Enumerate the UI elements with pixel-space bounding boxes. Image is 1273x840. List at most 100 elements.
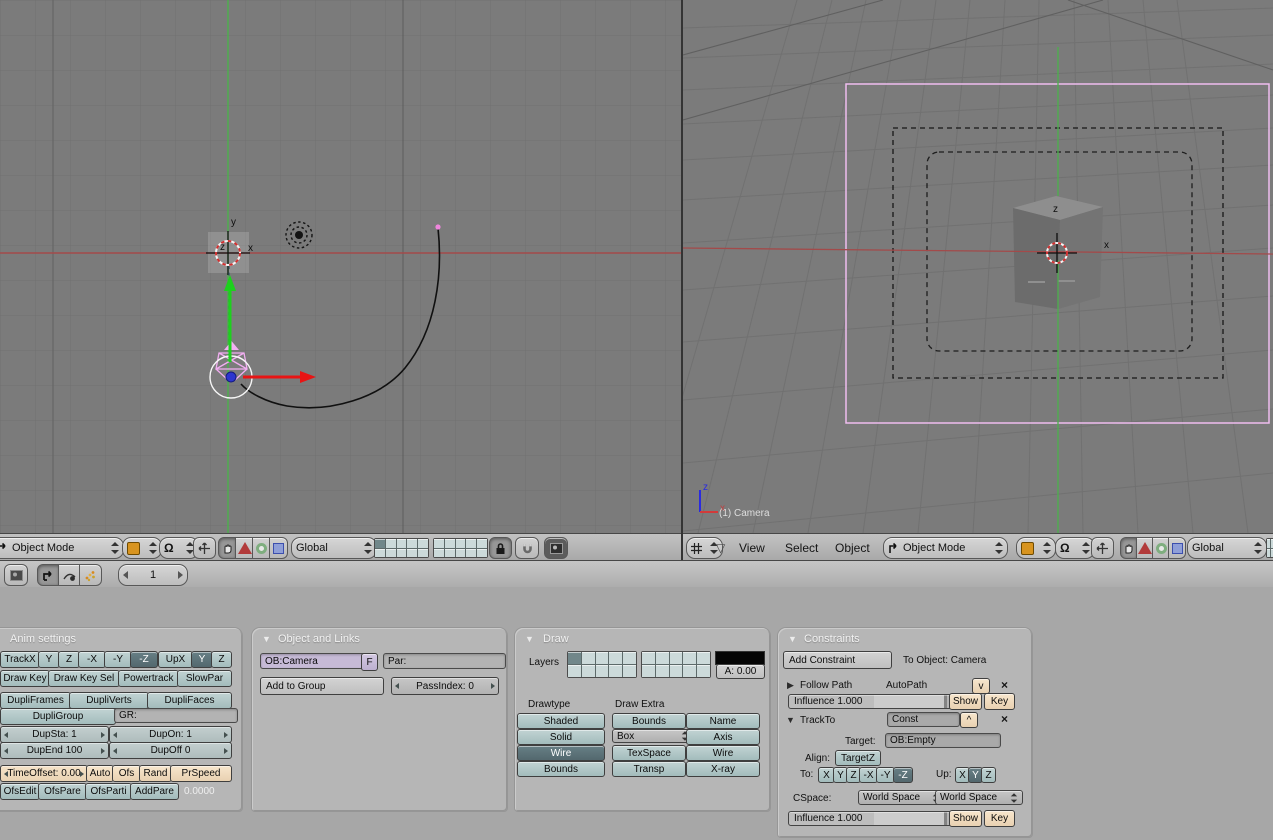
orientation-dropdown[interactable]: Global — [1187, 537, 1267, 559]
drawtype-bounds-button[interactable]: Bounds — [517, 761, 605, 777]
extra-name-button[interactable]: Name — [686, 713, 760, 729]
ofspare-button[interactable]: OfsPare — [38, 783, 87, 800]
dupon-field[interactable]: DupOn: 1 — [109, 726, 232, 743]
followpath-show-button[interactable]: Show — [949, 693, 982, 710]
powertrack-button[interactable]: Powertrack — [118, 670, 179, 687]
add-to-group-button[interactable]: Add to Group — [260, 677, 384, 695]
draw-layer-group1[interactable] — [567, 651, 637, 678]
frame-number-field[interactable]: 1 — [118, 564, 188, 586]
lock-layers-button[interactable] — [489, 537, 512, 559]
menu-object[interactable]: Object — [835, 541, 870, 555]
trackto-key-button[interactable]: Key — [984, 810, 1015, 827]
mode-dropdown[interactable]: Object Mode — [0, 537, 124, 559]
fake-user-button[interactable]: F — [361, 653, 378, 671]
dupliframes-button[interactable]: DupliFrames — [0, 692, 71, 709]
track-negx-button[interactable]: -X — [78, 651, 106, 668]
draw-key-sel-button[interactable]: Draw Key Sel — [48, 670, 120, 687]
menu-collapse-icon[interactable]: ▽ — [716, 541, 725, 555]
timeoffset-field[interactable]: TimeOffset: 0.00 — [0, 765, 88, 782]
trackto-move-up-button[interactable]: ^ — [960, 712, 978, 728]
scale-manipulator-button[interactable] — [1168, 537, 1186, 559]
slowpar-button[interactable]: SlowPar — [177, 670, 232, 687]
panel-collapse-icon[interactable]: ▼ — [262, 634, 271, 644]
followpath-delete-button[interactable]: × — [1001, 679, 1008, 691]
trackto-collapse-icon[interactable]: ▼ — [786, 715, 795, 725]
duplifaces-button[interactable]: DupliFaces — [147, 692, 232, 709]
layer-buttons-group1[interactable] — [374, 538, 429, 558]
buttons-workspace[interactable]: Anim settings TrackX Y Z -X -Y -Z UpX Y … — [0, 587, 1273, 840]
up-z-button[interactable]: Z — [981, 767, 996, 783]
upx-button[interactable]: UpX — [158, 651, 193, 668]
menu-select[interactable]: Select — [785, 541, 818, 555]
ob-name-field[interactable]: OB:Camera — [260, 653, 369, 669]
parent-field[interactable]: Par: — [383, 653, 506, 669]
panel-collapse-icon[interactable]: ▼ — [525, 634, 534, 644]
track-negy-button[interactable]: -Y — [104, 651, 132, 668]
mode-dropdown[interactable]: Object Mode — [883, 537, 1008, 559]
ofs-button[interactable]: Ofs — [112, 765, 141, 782]
up-y-button[interactable]: Y — [191, 651, 213, 668]
draw-layer-group2[interactable] — [641, 651, 711, 678]
gr-field[interactable]: GR: — [114, 708, 238, 723]
extra-texspace-button[interactable]: TexSpace — [612, 745, 686, 761]
trackto-show-button[interactable]: Show — [949, 810, 982, 827]
window-type-button[interactable] — [4, 564, 28, 586]
passindex-field[interactable]: PassIndex: 0 — [391, 677, 499, 695]
object-context-button[interactable] — [37, 564, 60, 586]
followpath-influence-slider[interactable]: Influence 1.000 — [788, 694, 953, 709]
trackto-name-field[interactable]: Const — [887, 712, 960, 727]
bounds-type-dropdown[interactable]: Box — [612, 729, 694, 743]
object-color-swatch[interactable] — [715, 651, 765, 665]
ofsparti-button[interactable]: OfsParti — [85, 783, 132, 800]
followpath-move-down-button[interactable]: v — [972, 678, 990, 694]
alpha-field[interactable]: A: 0.00 — [716, 664, 765, 679]
viewport-right-camera-view[interactable]: z x z x (1) Camera — [683, 0, 1273, 533]
menu-view[interactable]: View — [739, 541, 765, 555]
render-preview-button[interactable] — [544, 537, 568, 559]
extra-wire-button[interactable]: Wire — [686, 745, 760, 761]
to-negz-button[interactable]: -Z — [893, 767, 913, 783]
viewport-left-top-view[interactable]: y x z — [0, 0, 681, 533]
cspace-to-dropdown[interactable]: World Space — [858, 790, 945, 805]
drawtype-shaded-button[interactable]: Shaded — [517, 713, 605, 729]
ofsedit-button[interactable]: OfsEdit — [0, 783, 40, 800]
draw-key-button[interactable]: Draw Key — [0, 670, 50, 687]
extra-transp-button[interactable]: Transp — [612, 761, 686, 777]
prspeed-button[interactable]: PrSpeed — [170, 765, 232, 782]
dupoff-field[interactable]: DupOff 0 — [109, 742, 232, 759]
manipulator-button[interactable] — [1091, 537, 1114, 559]
particles-context-button[interactable] — [79, 564, 102, 586]
trackto-delete-button[interactable]: × — [1001, 713, 1008, 725]
track-z-button[interactable]: Z — [58, 651, 80, 668]
trackx-button[interactable]: TrackX — [0, 651, 40, 668]
trackto-influence-slider[interactable]: Influence 1.000 — [788, 811, 953, 826]
viewport-shading-dropdown[interactable] — [1016, 537, 1056, 559]
track-negz-button[interactable]: -Z — [130, 651, 158, 668]
drawtype-wire-button[interactable]: Wire — [517, 745, 605, 761]
orientation-dropdown[interactable]: Global — [291, 537, 377, 559]
rand-button[interactable]: Rand — [139, 765, 172, 782]
up-z-button[interactable]: Z — [211, 651, 232, 668]
track-y-button[interactable]: Y — [38, 651, 60, 668]
followpath-key-button[interactable]: Key — [984, 693, 1015, 710]
add-constraint-button[interactable]: Add Constraint — [783, 651, 892, 669]
frame-decrement-icon[interactable] — [123, 571, 128, 579]
extra-xray-button[interactable]: X-ray — [686, 761, 760, 777]
viewport-shading-dropdown[interactable] — [122, 537, 162, 559]
manipulator-button[interactable] — [193, 537, 216, 559]
layer-buttons-cropped[interactable] — [1266, 538, 1273, 558]
followpath-name-field[interactable]: AutoPath — [886, 680, 927, 691]
target-field[interactable]: OB:Empty — [885, 733, 1001, 748]
followpath-expand-icon[interactable]: ▶ — [787, 680, 794, 691]
dupend-field[interactable]: DupEnd 100 — [0, 742, 109, 759]
extra-bounds-button[interactable]: Bounds — [612, 713, 686, 729]
dupliverts-button[interactable]: DupliVerts — [69, 692, 149, 709]
auto-button[interactable]: Auto — [86, 765, 114, 782]
layer-buttons-group2[interactable] — [433, 538, 488, 558]
dupsta-field[interactable]: DupSta: 1 — [0, 726, 109, 743]
physics-context-button[interactable] — [58, 564, 81, 586]
cspace-up-dropdown[interactable]: World Space — [935, 790, 1023, 805]
panel-collapse-icon[interactable]: ▼ — [788, 634, 797, 644]
viewport-separator[interactable] — [681, 0, 683, 560]
snap-button[interactable] — [515, 537, 539, 559]
